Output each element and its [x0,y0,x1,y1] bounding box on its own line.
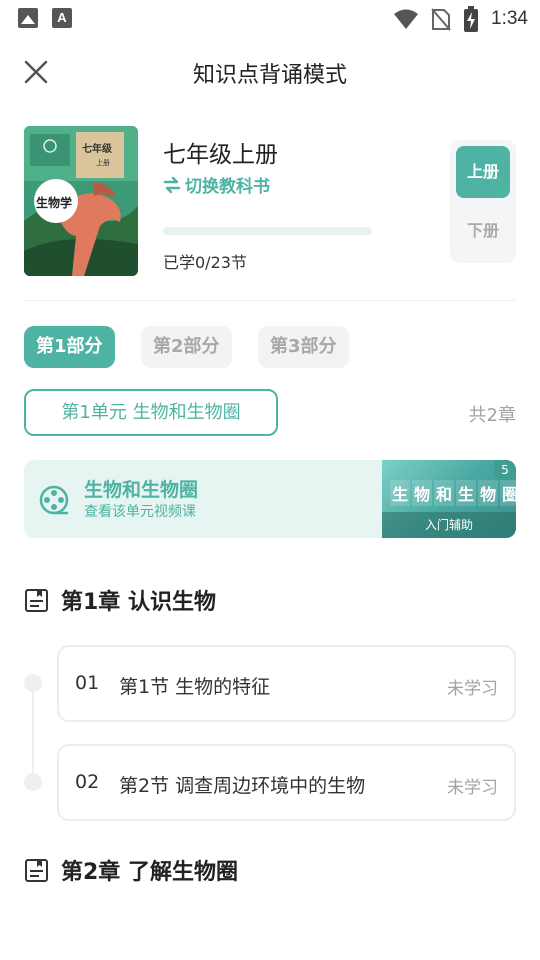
font-notification-icon: A [52,8,72,28]
volume-lower-button[interactable]: 下册 [456,206,510,256]
film-reel-icon [39,485,69,515]
section-card-1[interactable]: 01 第1节 生物的特征 未学习 [57,645,516,722]
no-sim-icon [431,8,451,31]
cover-volume: 上册 [96,159,110,167]
section-status: 未学习 [447,778,498,798]
thumb-char: 圈 [500,480,516,506]
timeline-dot [24,773,42,791]
section-card-2[interactable]: 02 第2节 调查周边环境中的生物 未学习 [57,744,516,821]
thumb-char: 物 [412,480,433,506]
tab-part-3[interactable]: 第3部分 [258,326,349,368]
status-bar: A 1:34 [0,0,540,36]
chapter-2-header[interactable]: 第2章 了解生物圈 [24,854,238,886]
chapter-book-icon [25,858,48,882]
thumb-char: 生 [390,480,411,506]
video-thumbnail-footer: 入门辅助 [382,512,516,538]
section-number: 02 [75,771,100,793]
book-cover[interactable]: 七年级 上册 生物学 [24,126,138,276]
status-right: 1:34 [393,6,528,32]
learned-count: 已学0/23节 [163,253,247,272]
status-left: A [18,8,72,28]
unit-selector[interactable]: 第1单元 生物和生物圈 [24,389,278,436]
divider [24,300,516,301]
timeline-line [32,683,34,783]
chapter-book-icon [25,588,48,612]
video-thumbnail: 生 物 和 生 物 圈 入门辅助 5 [382,460,516,538]
chapter-1-header[interactable]: 第1章 认识生物 [24,584,216,616]
thumb-char: 物 [478,480,499,506]
volume-switcher: 上册 下册 [450,140,516,263]
page-title: 知识点背诵模式 [192,63,347,88]
section-title: 第2节 调查周边环境中的生物 [119,775,366,797]
tab-part-2[interactable]: 第2部分 [141,326,232,368]
section-status: 未学习 [447,679,498,699]
grade-title: 七年级上册 [163,142,278,168]
tab-part-1[interactable]: 第1部分 [24,326,115,368]
video-subtitle: 查看该单元视频课 [84,504,196,520]
chapter-2-title: 第2章 了解生物圈 [61,860,238,885]
switch-textbook-link[interactable]: 切换教科书 [163,172,270,197]
video-title: 生物和生物圈 [84,479,199,501]
chapter-1-title: 第1章 认识生物 [61,590,216,615]
header: 知识点背诵模式 [0,44,540,100]
volume-upper-button[interactable]: 上册 [456,146,510,198]
thumb-char: 和 [434,480,455,506]
thumb-char: 生 [456,480,477,506]
timeline-dot [24,674,42,692]
wifi-icon [394,9,419,29]
learning-progress-bar [163,227,372,235]
cover-series: 七年级 [82,144,112,155]
section-number: 01 [75,672,100,694]
unit-video-banner[interactable]: 生物和生物圈 查看该单元视频课 生 物 和 生 物 圈 入门辅助 5 [24,460,516,538]
section-title: 第1节 生物的特征 [119,676,271,698]
image-notification-icon [18,8,38,28]
status-time: 1:34 [491,8,528,29]
switch-textbook-label: 切换教科书 [185,177,270,197]
battery-charging-icon [464,6,479,32]
cover-subject: 生物学 [36,196,73,210]
video-count-badge: 5 [494,460,516,480]
video-thumbnail-title: 生 物 和 生 物 圈 [390,480,516,506]
chapter-total: 共2章 [468,405,516,426]
swap-icon [163,176,181,193]
